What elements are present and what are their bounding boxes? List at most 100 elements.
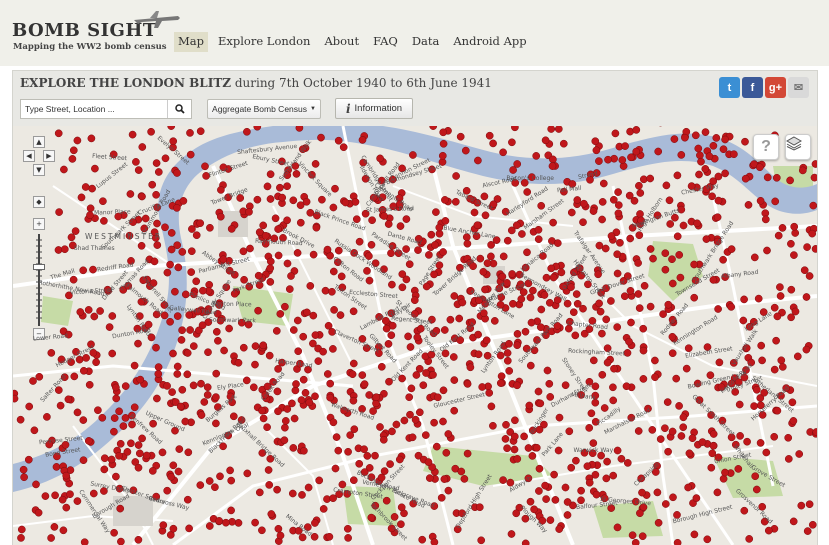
bomb-marker[interactable] <box>525 401 534 410</box>
bomb-marker[interactable] <box>212 393 220 401</box>
bomb-marker[interactable] <box>296 218 305 227</box>
bomb-marker[interactable] <box>404 332 412 341</box>
bomb-marker[interactable] <box>134 339 142 348</box>
bomb-marker[interactable] <box>376 154 384 163</box>
bomb-marker[interactable] <box>212 327 221 336</box>
bomb-marker[interactable] <box>761 215 770 224</box>
bomb-marker[interactable] <box>173 362 182 371</box>
bomb-marker[interactable] <box>295 126 304 132</box>
bomb-marker[interactable] <box>513 381 521 390</box>
bomb-marker[interactable] <box>534 387 543 396</box>
bomb-marker[interactable] <box>258 406 266 415</box>
bomb-marker[interactable] <box>365 276 374 285</box>
bomb-marker[interactable] <box>251 518 259 527</box>
bomb-marker[interactable] <box>274 225 282 233</box>
bomb-marker[interactable] <box>513 330 522 338</box>
bomb-marker[interactable] <box>688 434 697 443</box>
bomb-marker[interactable] <box>52 463 61 471</box>
bomb-marker[interactable] <box>640 281 649 290</box>
bomb-marker[interactable] <box>596 307 605 316</box>
bomb-marker[interactable] <box>675 402 683 410</box>
bomb-marker[interactable] <box>329 203 338 212</box>
bomb-marker[interactable] <box>661 265 670 274</box>
bomb-marker[interactable] <box>474 330 482 339</box>
bomb-marker[interactable] <box>628 531 637 540</box>
bomb-marker[interactable] <box>188 225 196 233</box>
bomb-marker[interactable] <box>197 379 205 388</box>
bomb-marker[interactable] <box>600 404 609 412</box>
search-input[interactable] <box>21 100 167 118</box>
bomb-marker[interactable] <box>55 208 63 216</box>
bomb-marker[interactable] <box>117 537 125 545</box>
bomb-marker[interactable] <box>690 260 698 269</box>
bomb-marker[interactable] <box>173 312 182 320</box>
bomb-marker[interactable] <box>634 427 643 435</box>
bomb-marker[interactable] <box>115 451 123 460</box>
bomb-marker[interactable] <box>750 253 759 262</box>
bomb-marker[interactable] <box>276 531 285 540</box>
bomb-marker[interactable] <box>503 349 512 357</box>
bomb-marker[interactable] <box>110 427 118 436</box>
bomb-marker[interactable] <box>537 201 546 210</box>
bomb-marker[interactable] <box>682 364 691 373</box>
bomb-marker[interactable] <box>355 237 364 246</box>
bomb-marker[interactable] <box>17 525 26 534</box>
bomb-marker[interactable] <box>212 419 220 428</box>
bomb-marker[interactable] <box>463 239 472 248</box>
bomb-marker[interactable] <box>634 290 643 298</box>
bomb-marker[interactable] <box>311 392 319 401</box>
bomb-marker[interactable] <box>425 251 433 259</box>
bomb-marker[interactable] <box>54 129 63 138</box>
bomb-marker[interactable] <box>47 534 55 542</box>
bomb-marker[interactable] <box>805 500 814 509</box>
bomb-marker[interactable] <box>173 169 181 177</box>
bomb-marker[interactable] <box>569 308 578 317</box>
zoom-world-button[interactable]: ◆ <box>33 196 45 208</box>
bomb-marker[interactable] <box>599 179 608 188</box>
bomb-marker[interactable] <box>508 270 516 278</box>
bomb-marker[interactable] <box>603 457 611 466</box>
bomb-marker[interactable] <box>134 166 143 174</box>
bomb-marker[interactable] <box>266 278 275 286</box>
bomb-marker[interactable] <box>419 381 428 390</box>
bomb-marker[interactable] <box>293 249 302 257</box>
bomb-marker[interactable] <box>758 356 766 365</box>
bomb-marker[interactable] <box>496 379 505 387</box>
bomb-marker[interactable] <box>251 342 260 350</box>
bomb-marker[interactable] <box>431 241 439 249</box>
bomb-marker[interactable] <box>411 415 420 424</box>
bomb-marker[interactable] <box>59 526 68 535</box>
pan-up-button[interactable]: ▲ <box>33 136 45 148</box>
bomb-marker[interactable] <box>610 364 618 373</box>
bomb-marker[interactable] <box>598 370 607 379</box>
bomb-marker[interactable] <box>283 216 291 225</box>
bomb-marker[interactable] <box>554 446 563 455</box>
bomb-marker[interactable] <box>321 286 330 295</box>
bomb-marker[interactable] <box>73 408 82 417</box>
nav-about[interactable]: About <box>320 32 363 52</box>
bomb-marker[interactable] <box>795 450 804 458</box>
bomb-marker[interactable] <box>392 420 401 429</box>
bomb-marker[interactable] <box>227 476 236 485</box>
bomb-marker[interactable] <box>772 336 780 345</box>
bomb-marker[interactable] <box>480 192 489 201</box>
bomb-marker[interactable] <box>302 197 311 206</box>
bomb-marker[interactable] <box>441 196 449 204</box>
bomb-marker[interactable] <box>108 349 117 358</box>
bomb-marker[interactable] <box>802 293 811 301</box>
bomb-marker[interactable] <box>34 508 43 517</box>
bomb-marker[interactable] <box>677 432 686 440</box>
bomb-marker[interactable] <box>200 398 209 406</box>
bomb-marker[interactable] <box>626 234 635 243</box>
bomb-marker[interactable] <box>360 445 368 454</box>
bomb-marker[interactable] <box>432 208 440 216</box>
bomb-marker[interactable] <box>741 137 749 146</box>
bomb-marker[interactable] <box>185 524 193 533</box>
bomb-marker[interactable] <box>545 379 554 388</box>
bomb-marker[interactable] <box>712 134 721 142</box>
bomb-marker[interactable] <box>186 129 194 137</box>
bomb-marker[interactable] <box>690 530 699 539</box>
bomb-marker[interactable] <box>16 415 25 424</box>
bomb-marker[interactable] <box>648 426 657 434</box>
bomb-marker[interactable] <box>349 396 358 405</box>
